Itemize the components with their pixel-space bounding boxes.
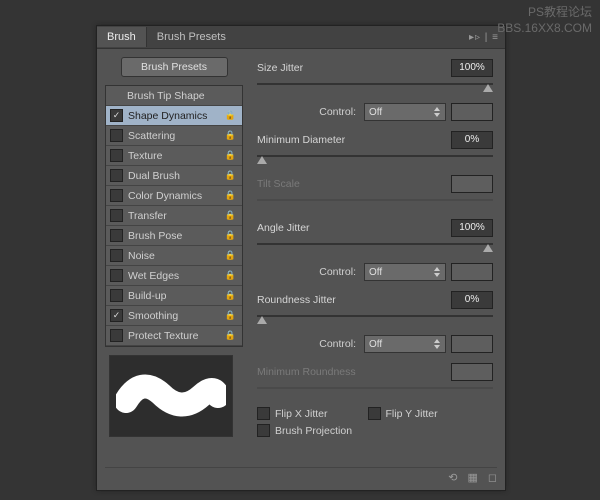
opt-wet-edges[interactable]: Wet Edges 🔒 (106, 266, 242, 286)
size-jitter-slider[interactable] (257, 79, 493, 93)
lock-icon: 🔒 (225, 230, 236, 241)
control-label: Control: (319, 266, 356, 278)
checkbox-icon[interactable] (110, 129, 123, 142)
left-sidebar: Brush Presets Brush Tip Shape ✓ Shape Dy… (97, 49, 243, 471)
settings-pane: Size Jitter 100% Control: Off Minimum Di… (243, 49, 505, 471)
roundness-jitter-label: Roundness Jitter (257, 294, 451, 306)
min-diameter-label: Minimum Diameter (257, 134, 451, 146)
control-label: Control: (319, 338, 356, 350)
brush-projection[interactable]: Brush Projection (257, 424, 493, 437)
opt-brush-pose[interactable]: Brush Pose 🔒 (106, 226, 242, 246)
checkbox-icon[interactable]: ✓ (110, 109, 123, 122)
min-roundness-slider (257, 383, 493, 397)
checkbox-icon[interactable] (110, 249, 123, 262)
angle-control-val (451, 263, 493, 281)
brush-panel: Brush Brush Presets ▸▹ | ≡ Brush Presets… (96, 25, 506, 491)
opt-shape-dynamics[interactable]: ✓ Shape Dynamics 🔒 (106, 106, 242, 126)
lock-icon: 🔒 (225, 290, 236, 301)
checkbox-icon[interactable]: ✓ (110, 309, 123, 322)
flip-x-jitter[interactable]: Flip X Jitter (257, 407, 328, 420)
tilt-scale-label: Tilt Scale (257, 178, 451, 190)
checkbox-icon[interactable] (110, 169, 123, 182)
checkbox-icon[interactable] (110, 189, 123, 202)
toggle-icon[interactable]: ⟲ (448, 471, 457, 484)
tilt-scale-value (451, 175, 493, 193)
checkbox-icon[interactable] (257, 407, 270, 420)
lock-icon: 🔒 (225, 110, 236, 121)
opt-brush-tip-shape[interactable]: Brush Tip Shape (106, 86, 242, 106)
lock-icon: 🔒 (225, 170, 236, 181)
angle-jitter-label: Angle Jitter (257, 222, 451, 234)
lock-icon: 🔒 (225, 310, 236, 321)
tab-brush[interactable]: Brush (97, 27, 147, 47)
tab-brush-presets[interactable]: Brush Presets (147, 27, 236, 47)
lock-icon: 🔒 (225, 210, 236, 221)
size-control-val (451, 103, 493, 121)
lock-icon: 🔒 (225, 270, 236, 281)
angle-jitter-slider[interactable] (257, 239, 493, 253)
lock-icon: 🔒 (225, 130, 236, 141)
brush-stroke-icon (116, 366, 226, 426)
min-roundness-label: Minimum Roundness (257, 366, 451, 378)
min-diameter-value[interactable]: 0% (451, 131, 493, 149)
control-label: Control: (319, 106, 356, 118)
size-jitter-value[interactable]: 100% (451, 59, 493, 77)
new-icon[interactable]: ◻ (488, 471, 497, 484)
roundness-control-dropdown[interactable]: Off (364, 335, 446, 353)
checkbox-icon[interactable] (368, 407, 381, 420)
watermark: PS教程论坛 BBS.16XX8.COM (497, 5, 592, 36)
opt-dual-brush[interactable]: Dual Brush 🔒 (106, 166, 242, 186)
opt-texture[interactable]: Texture 🔒 (106, 146, 242, 166)
size-jitter-label: Size Jitter (257, 62, 451, 74)
angle-control-dropdown[interactable]: Off (364, 263, 446, 281)
tab-row: Brush Brush Presets ▸▹ | ≡ (97, 26, 505, 49)
flip-y-jitter[interactable]: Flip Y Jitter (368, 407, 438, 420)
opt-scattering[interactable]: Scattering 🔒 (106, 126, 242, 146)
min-roundness-value (451, 363, 493, 381)
lock-icon: 🔒 (225, 190, 236, 201)
roundness-jitter-value[interactable]: 0% (451, 291, 493, 309)
opt-protect-texture[interactable]: Protect Texture 🔒 (106, 326, 242, 346)
checkbox-icon[interactable] (110, 229, 123, 242)
brush-options-list: Brush Tip Shape ✓ Shape Dynamics 🔒 Scatt… (105, 85, 243, 347)
opt-color-dynamics[interactable]: Color Dynamics 🔒 (106, 186, 242, 206)
checkbox-icon[interactable] (110, 149, 123, 162)
opt-noise[interactable]: Noise 🔒 (106, 246, 242, 266)
checkbox-icon[interactable] (110, 269, 123, 282)
lock-icon: 🔒 (225, 330, 236, 341)
roundness-control-val (451, 335, 493, 353)
brush-preview (109, 355, 233, 437)
opt-transfer[interactable]: Transfer 🔒 (106, 206, 242, 226)
size-control-dropdown[interactable]: Off (364, 103, 446, 121)
opt-smoothing[interactable]: ✓ Smoothing 🔒 (106, 306, 242, 326)
checkbox-icon[interactable] (110, 289, 123, 302)
checkbox-icon[interactable] (110, 209, 123, 222)
roundness-jitter-slider[interactable] (257, 311, 493, 325)
brush-presets-button[interactable]: Brush Presets (121, 57, 228, 77)
lock-icon: 🔒 (225, 250, 236, 261)
opt-build-up[interactable]: Build-up 🔒 (106, 286, 242, 306)
new-preset-icon[interactable]: ▦ (467, 471, 477, 484)
lock-icon: 🔒 (225, 150, 236, 161)
angle-jitter-value[interactable]: 100% (451, 219, 493, 237)
checkbox-icon[interactable] (110, 329, 123, 342)
min-diameter-slider[interactable] (257, 151, 493, 165)
checkbox-icon[interactable] (257, 424, 270, 437)
tilt-scale-slider (257, 195, 493, 209)
panel-bottom-icons: ⟲ ▦ ◻ (105, 467, 497, 487)
